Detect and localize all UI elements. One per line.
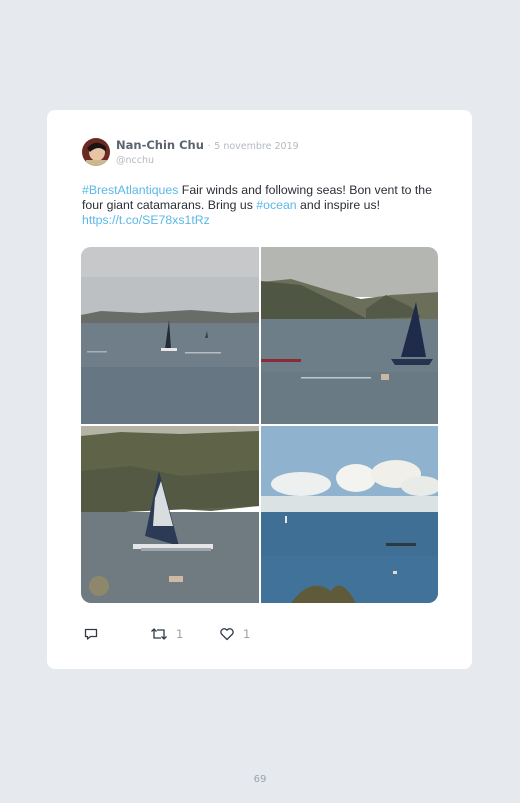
reply-icon bbox=[84, 628, 98, 640]
tweet-date[interactable]: 5 novembre 2019 bbox=[214, 141, 298, 152]
reply-button[interactable] bbox=[83, 626, 107, 642]
separator: · bbox=[207, 141, 211, 152]
retweet-count: 1 bbox=[176, 627, 184, 641]
retweet-icon bbox=[151, 628, 167, 640]
tweet-body-2: and inspire us! bbox=[296, 198, 381, 213]
like-count: 1 bbox=[243, 627, 251, 641]
action-bar: 1 1 bbox=[83, 626, 383, 644]
author-name[interactable]: Nan-Chin Chu bbox=[116, 138, 204, 152]
tweet-text: #BrestAtlantiques Fair winds and followi… bbox=[82, 183, 437, 229]
tweet-link[interactable]: https://t.co/SE78xs1tRz bbox=[82, 213, 210, 227]
page-number: 69 bbox=[253, 774, 267, 785]
like-button[interactable]: 1 bbox=[219, 626, 250, 642]
photo-2[interactable] bbox=[261, 247, 438, 424]
avatar[interactable] bbox=[82, 138, 110, 166]
photo-1[interactable] bbox=[81, 247, 259, 424]
hashtag-ocean[interactable]: #ocean bbox=[256, 198, 296, 212]
tweet-card: Nan-Chin Chu · 5 novembre 2019 @ncchu #B… bbox=[47, 110, 472, 669]
hashtag-brestatlantiques[interactable]: #BrestAtlantiques bbox=[82, 183, 178, 197]
photo-4[interactable] bbox=[261, 426, 438, 603]
photo-grid bbox=[81, 247, 438, 603]
author-handle[interactable]: @ncchu bbox=[116, 155, 299, 167]
heart-icon bbox=[220, 628, 234, 641]
photo-3[interactable] bbox=[81, 426, 259, 603]
retweet-button[interactable]: 1 bbox=[150, 626, 183, 642]
